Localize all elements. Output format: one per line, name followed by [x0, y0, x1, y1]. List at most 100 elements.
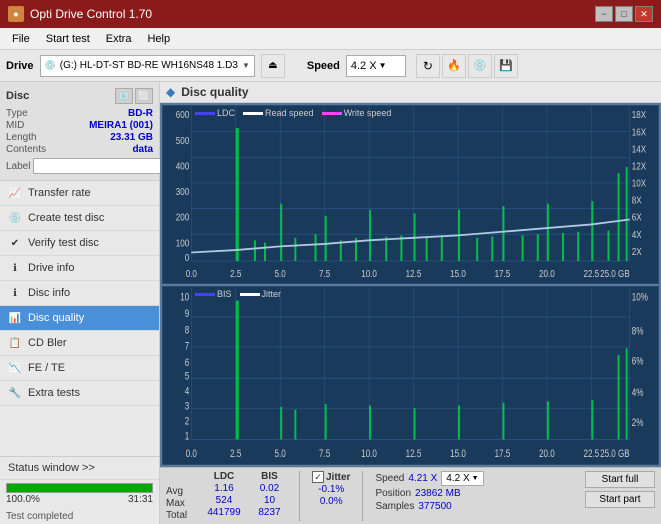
disc-type-row: Type BD-R: [6, 108, 153, 119]
svg-text:12.5: 12.5: [406, 448, 422, 460]
progress-bar-bg: [6, 483, 153, 493]
disc-label-input[interactable]: [33, 158, 171, 174]
svg-text:17.5: 17.5: [495, 448, 511, 460]
progress-text: 100.0% 31:31: [6, 494, 153, 505]
titlebar: ● Opti Drive Control 1.70 − □ ✕: [0, 0, 661, 28]
stats-row-labels: Avg Max Total: [166, 471, 196, 521]
sidebar-menu: 📈 Transfer rate 💿 Create test disc ✔ Ver…: [0, 181, 159, 456]
sidebar-item-drive-info[interactable]: ℹ Drive info: [0, 256, 159, 281]
position-label: Position: [375, 488, 411, 499]
type-value: BD-R: [128, 108, 153, 119]
disc-icon-2[interactable]: ⬜: [135, 88, 153, 104]
maximize-button[interactable]: □: [615, 6, 633, 22]
sidebar-item-disc-info[interactable]: ℹ Disc info: [0, 281, 159, 306]
speed-dropdown-arrow: ▼: [379, 61, 387, 70]
disc-info-icon: ℹ: [8, 286, 22, 300]
bis-legend-label: BIS: [217, 289, 232, 299]
ldc-total: 441799: [204, 507, 244, 518]
bis-legend-line: [195, 293, 215, 296]
create-test-disc-icon: 💿: [8, 211, 22, 225]
jitter-legend-label: Jitter: [262, 289, 282, 299]
sidebar-item-label: Create test disc: [28, 212, 104, 224]
sidebar-item-cd-bler[interactable]: 📋 CD Bler: [0, 331, 159, 356]
menu-start-test[interactable]: Start test: [38, 31, 98, 47]
svg-text:5.0: 5.0: [275, 448, 286, 460]
status-window-button[interactable]: Status window >>: [0, 457, 159, 480]
status-window-label: Status window >>: [8, 462, 95, 474]
sidebar-item-create-test-disc[interactable]: 💿 Create test disc: [0, 206, 159, 231]
burn-button[interactable]: 🔥: [442, 54, 466, 78]
length-label: Length: [6, 132, 37, 143]
svg-text:0.0: 0.0: [186, 448, 197, 460]
svg-text:300: 300: [176, 186, 189, 197]
speed-dropdown-arrow: ▼: [472, 475, 479, 482]
menu-extra[interactable]: Extra: [98, 31, 140, 47]
speed-label: Speed: [307, 60, 340, 72]
svg-text:0: 0: [185, 252, 190, 263]
jitter-checkbox[interactable]: ✓: [312, 471, 324, 483]
svg-text:5.0: 5.0: [275, 268, 286, 279]
type-label: Type: [6, 108, 28, 119]
cd-bler-icon: 📋: [8, 336, 22, 350]
svg-text:200: 200: [176, 212, 189, 223]
close-button[interactable]: ✕: [635, 6, 653, 22]
stats-ldc-col: LDC 1.16 524 441799: [204, 471, 244, 518]
svg-text:20.0: 20.0: [539, 268, 555, 279]
progress-bar-fill: [7, 484, 152, 492]
sidebar-item-extra-tests[interactable]: 🔧 Extra tests: [0, 381, 159, 406]
speed-dropdown[interactable]: 4.2 X ▼: [441, 471, 483, 486]
menu-help[interactable]: Help: [139, 31, 178, 47]
eject-button[interactable]: ⏏: [261, 54, 285, 78]
bottom-chart-legend: BIS Jitter: [195, 289, 281, 299]
svg-text:12.5: 12.5: [406, 268, 422, 279]
stats-header-spacer: [166, 471, 196, 485]
mid-label: MID: [6, 120, 24, 131]
start-full-button[interactable]: Start full: [585, 471, 655, 488]
disc-contents-row: Contents data: [6, 144, 153, 155]
speed-select[interactable]: 4.2 X ▼: [346, 55, 406, 77]
jitter-max: 0.0%: [312, 496, 350, 507]
menu-file[interactable]: File: [4, 31, 38, 47]
sidebar-item-verify-test-disc[interactable]: ✔ Verify test disc: [0, 231, 159, 256]
svg-text:14X: 14X: [632, 144, 646, 155]
bottom-chart-inner: BIS Jitter: [163, 287, 658, 464]
bis-avg: 0.02: [252, 483, 287, 494]
svg-text:12X: 12X: [632, 161, 646, 172]
svg-text:10.0: 10.0: [361, 448, 377, 460]
disc-button[interactable]: 💿: [468, 54, 492, 78]
read-legend-line: [243, 112, 263, 115]
app-icon: ●: [8, 6, 24, 22]
fe-te-icon: 📉: [8, 361, 22, 375]
svg-text:400: 400: [176, 161, 189, 172]
svg-text:6X: 6X: [632, 212, 642, 223]
speed-value: 4.2 X: [351, 60, 377, 72]
disc-icon-1[interactable]: 💿: [115, 88, 133, 104]
svg-text:8: 8: [185, 324, 189, 336]
minimize-button[interactable]: −: [595, 6, 613, 22]
legend-read: Read speed: [243, 108, 314, 118]
legend-write: Write speed: [322, 108, 392, 118]
disc-quality-icon: 📊: [8, 311, 22, 325]
save-button[interactable]: 💾: [494, 54, 518, 78]
status-text: Test completed: [0, 509, 159, 524]
svg-text:7: 7: [185, 341, 189, 353]
svg-text:9: 9: [185, 308, 189, 320]
svg-text:22.5: 22.5: [583, 448, 599, 460]
refresh-button[interactable]: ↻: [416, 54, 440, 78]
extra-tests-icon: 🔧: [8, 386, 22, 400]
sidebar-item-label: FE / TE: [28, 362, 65, 374]
disc-length-row: Length 23.31 GB: [6, 132, 153, 143]
svg-text:25.0 GB: 25.0 GB: [600, 448, 630, 460]
contents-label: Contents: [6, 144, 46, 155]
drive-dropdown-arrow: ▼: [242, 61, 250, 70]
svg-text:600: 600: [176, 109, 189, 120]
drive-select[interactable]: 💿 (G:) HL-DT-ST BD-RE WH16NS48 1.D3 ▼: [40, 55, 255, 77]
contents-value: data: [132, 144, 153, 155]
sidebar-item-disc-quality[interactable]: 📊 Disc quality: [0, 306, 159, 331]
samples-label: Samples: [375, 501, 414, 512]
sidebar-item-transfer-rate[interactable]: 📈 Transfer rate: [0, 181, 159, 206]
avg-label: Avg: [166, 486, 196, 497]
sidebar-item-label: Transfer rate: [28, 187, 91, 199]
sidebar-item-fe-te[interactable]: 📉 FE / TE: [0, 356, 159, 381]
start-part-button[interactable]: Start part: [585, 491, 655, 508]
